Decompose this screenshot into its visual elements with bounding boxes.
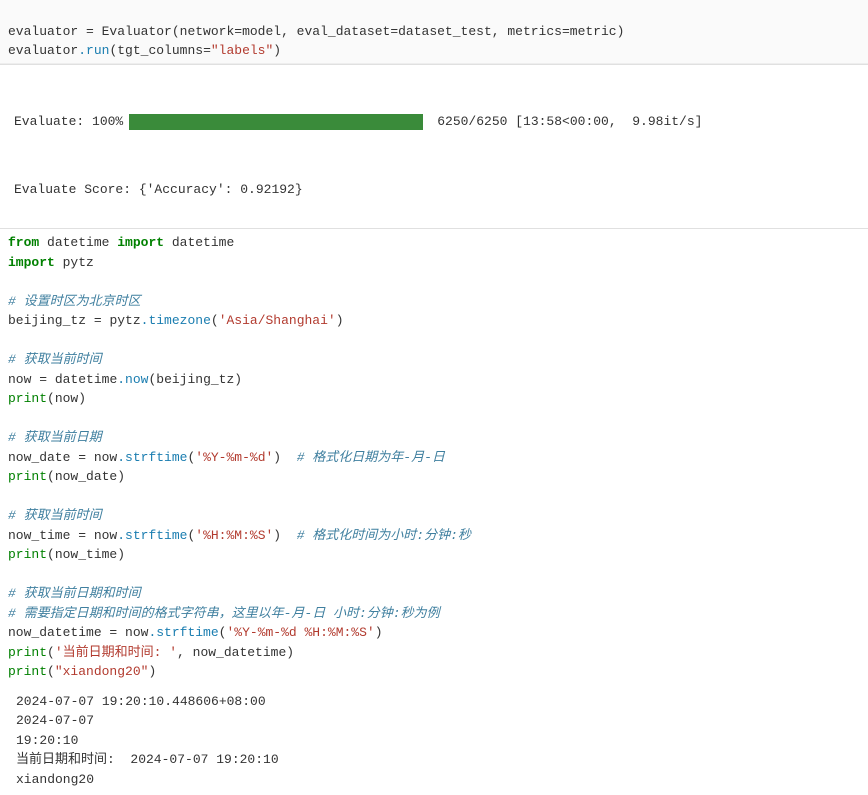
code-comment: # 获取当前日期和时间 — [8, 586, 141, 601]
output-line: 19:20:10 — [16, 733, 78, 748]
code-comment: # 需要指定日期和时间的格式字符串，这里以年-月-日 小时:分钟:秒为例 — [8, 606, 440, 621]
output-line: 2024-07-07 — [16, 713, 94, 728]
progress-stats: 6250/6250 [13:58<00:00, 9.98it/s] — [437, 112, 702, 133]
code-comment: # 获取当前时间 — [8, 352, 102, 367]
code-line: print("xiandong20") — [8, 664, 156, 679]
code-comment: # 获取当前时间 — [8, 508, 102, 523]
code-line: now = datetime.now(beijing_tz) — [8, 372, 242, 387]
code-line: print(now_time) — [8, 547, 125, 562]
evaluate-score: Evaluate Score: {'Accuracy': 0.92192} — [14, 174, 854, 201]
code-comment: # 设置时区为北京时区 — [8, 294, 141, 309]
progress-bar-row: Evaluate: 100% 6250/6250 [13:58<00:00, 9… — [14, 112, 854, 133]
progress-label: Evaluate: 100% — [14, 112, 123, 133]
output-evaluate: Evaluate: 100% 6250/6250 [13:58<00:00, 9… — [0, 64, 868, 230]
code-line: evaluator.run(tgt_columns="labels") — [8, 43, 281, 58]
code-cell-main[interactable]: from datetime import datetime import pyt… — [0, 229, 868, 686]
code-line: now_time = now.strftime('%H:%M:%S') # 格式… — [8, 528, 471, 543]
code-cell-top[interactable]: evaluator = Evaluator(network=model, eva… — [0, 0, 868, 64]
code-line: from datetime import datetime — [8, 235, 234, 250]
code-line: print(now_date) — [8, 469, 125, 484]
code-line: beijing_tz = pytz.timezone('Asia/Shangha… — [8, 313, 344, 328]
output-line: 当前日期和时间: 2024-07-07 19:20:10 — [16, 752, 279, 767]
code-line: now_datetime = now.strftime('%Y-%m-%d %H… — [8, 625, 383, 640]
code-line: print('当前日期和时间: ', now_datetime) — [8, 645, 294, 660]
code-line: import pytz — [8, 255, 94, 270]
code-comment: # 获取当前日期 — [8, 430, 102, 445]
output-line: 2024-07-07 19:20:10.448606+08:00 — [16, 694, 266, 709]
progress-bar — [129, 114, 423, 130]
code-line: now_date = now.strftime('%Y-%m-%d') # 格式… — [8, 450, 445, 465]
code-line: evaluator = Evaluator(network=model, eva… — [8, 24, 624, 39]
output-main: 2024-07-07 19:20:10.448606+08:00 2024-07… — [0, 686, 868, 795]
output-line: xiandong20 — [16, 772, 94, 787]
code-line: print(now) — [8, 391, 86, 406]
